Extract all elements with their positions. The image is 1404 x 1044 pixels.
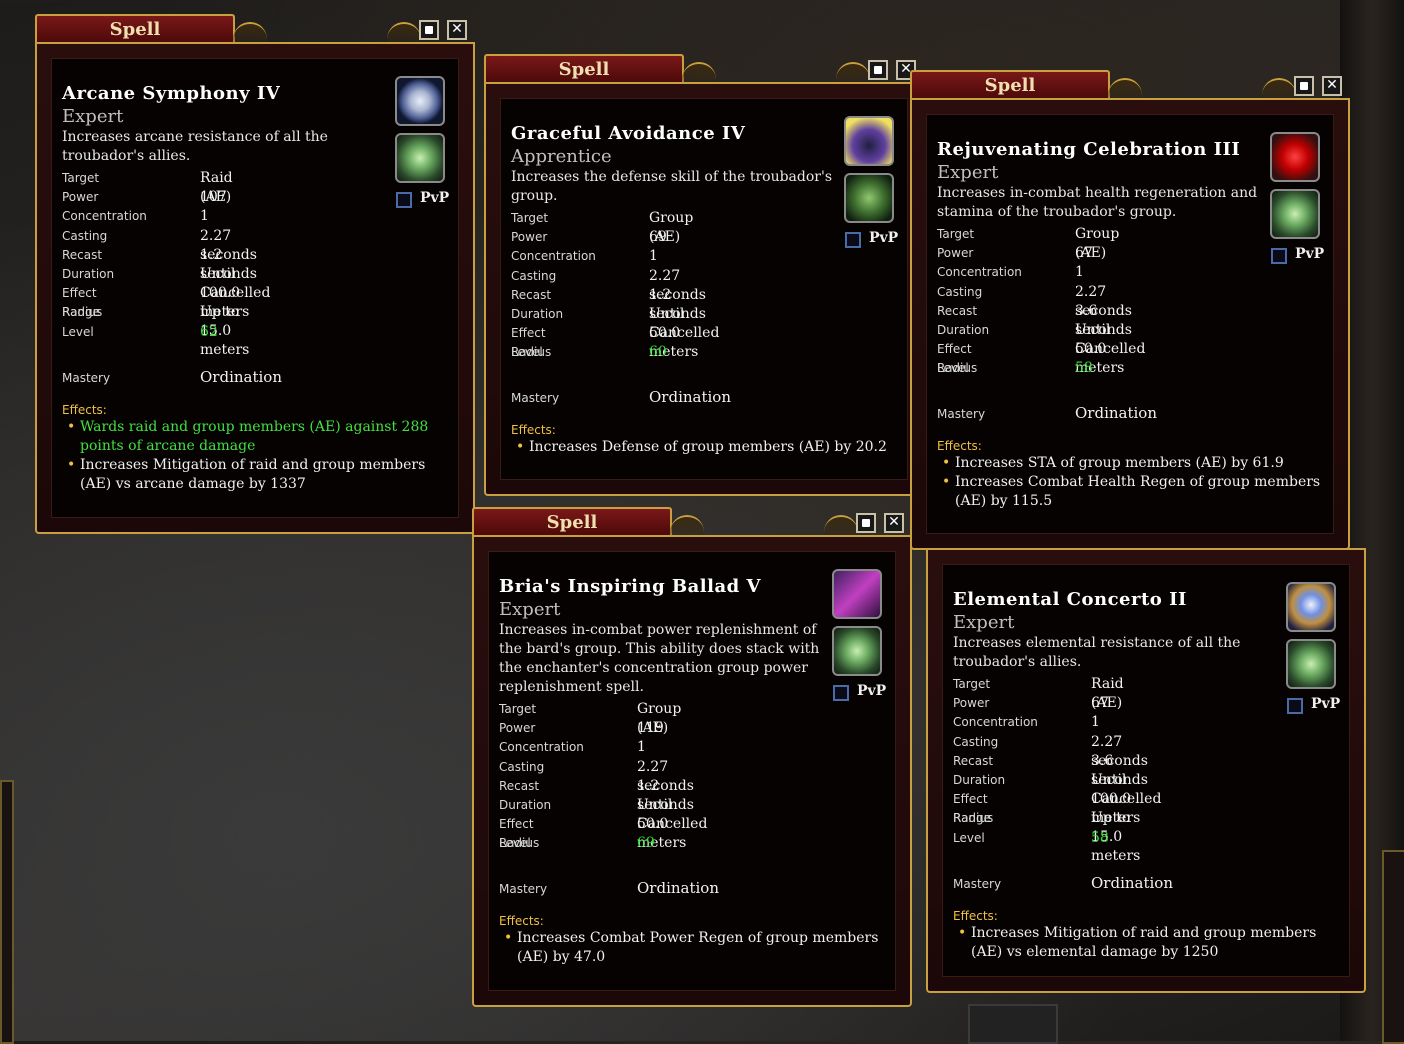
green-rune-icon[interactable] [1270, 189, 1320, 239]
window-title: Spell [484, 54, 684, 84]
close-button[interactable]: ✕ [1322, 76, 1342, 96]
spell-name: Bria's Inspiring Ballad V [499, 576, 761, 597]
background-tab [968, 1004, 1058, 1044]
shield-icon[interactable] [1286, 582, 1336, 632]
spell-description: Increases arcane resistance of all the tr… [62, 129, 328, 164]
spell-rank: Expert [62, 106, 124, 127]
spell-description: Increases in-combat power replenishment … [499, 622, 820, 695]
mastery-label: Mastery [937, 407, 986, 421]
spell-panel: Rejuvenating Celebration III Expert Incr… [926, 114, 1334, 534]
effects-list: Increases Mitigation of raid and group m… [953, 924, 1339, 962]
window-title: Spell [35, 14, 235, 44]
spell-panel: Arcane Symphony IV Expert Increases arca… [51, 58, 459, 518]
spell-panel: Graceful Avoidance IV Apprentice Increas… [500, 98, 908, 480]
effect-item: Increases Combat Power Regen of group me… [499, 929, 885, 967]
minimize-button[interactable] [419, 20, 439, 40]
cloak-icon[interactable] [844, 173, 894, 223]
spell-panel: Bria's Inspiring Ballad V Expert Increas… [488, 551, 896, 991]
close-button[interactable]: ✕ [884, 513, 904, 533]
pvp-checkbox[interactable] [1287, 698, 1303, 714]
effect-item: Increases Mitigation of raid and group m… [62, 456, 448, 494]
spell-rank: Expert [937, 162, 999, 183]
spell-description: Increases the defense skill of the troub… [511, 169, 833, 204]
effects-label: Effects: [62, 403, 107, 417]
background-window-edge-left [0, 780, 14, 1044]
pvp-label: PvP [1311, 696, 1341, 712]
spell-description: Increases in-combat health regeneration … [937, 185, 1258, 220]
pvp-checkbox[interactable] [1271, 248, 1287, 264]
spell-description: Increases elemental resistance of all th… [953, 635, 1241, 670]
minimize-button[interactable] [868, 60, 888, 80]
mastery-value: Ordination [649, 388, 731, 406]
mastery-label: Mastery [953, 877, 1002, 891]
mastery-value: Ordination [1091, 874, 1173, 892]
mastery-label: Mastery [511, 391, 560, 405]
mastery-value: Ordination [1075, 404, 1157, 422]
effect-item: Increases STA of group members (AE) by 6… [937, 454, 1323, 473]
pvp-label: PvP [1295, 246, 1325, 262]
green-rune-icon[interactable] [395, 133, 445, 183]
spell-window-brias-inspiring-ballad[interactable]: Spell ✕ Bria's Inspiring Ballad V Expert… [472, 507, 912, 1007]
spell-name: Rejuvenating Celebration III [937, 139, 1241, 160]
effects-list: Increases Combat Power Regen of group me… [499, 929, 885, 967]
spell-window-graceful-avoidance[interactable]: Spell ✕ Graceful Avoidance IV Apprentice… [484, 54, 924, 496]
window-title: Spell [910, 70, 1110, 100]
mastery-value: Ordination [200, 368, 282, 386]
window-frame: Rejuvenating Celebration III Expert Incr… [910, 98, 1350, 550]
effects-list: Increases STA of group members (AE) by 6… [937, 454, 1323, 511]
effect-item: Wards raid and group members (AE) agains… [62, 418, 448, 456]
spell-window-elemental-concerto[interactable]: Elemental Concerto II Expert Increases e… [926, 520, 1366, 993]
minimize-button[interactable] [856, 513, 876, 533]
spell-name: Graceful Avoidance IV [511, 123, 746, 144]
silhouette-icon[interactable] [844, 116, 894, 166]
music-notes-icon[interactable] [832, 569, 882, 619]
effects-label: Effects: [499, 914, 544, 928]
effects-label: Effects: [511, 423, 556, 437]
mastery-value: Ordination [637, 879, 719, 897]
spell-rank: Expert [499, 599, 561, 620]
minimize-button[interactable] [1294, 76, 1314, 96]
effects-label: Effects: [937, 439, 982, 453]
mastery-label: Mastery [62, 371, 111, 385]
green-orb-icon[interactable] [832, 626, 882, 676]
spell-name: Elemental Concerto II [953, 589, 1187, 610]
pvp-checkbox[interactable] [396, 192, 412, 208]
window-frame: Arcane Symphony IV Expert Increases arca… [35, 42, 475, 534]
green-rune-icon[interactable] [1286, 639, 1336, 689]
background-window-edge-right [1382, 850, 1404, 1044]
spell-window-arcane-symphony[interactable]: Spell ✕ Arcane Symphony IV Expert Increa… [35, 14, 475, 534]
spell-rank: Apprentice [511, 146, 612, 167]
effect-item: Increases Defense of group members (AE) … [511, 438, 897, 457]
effect-item: Increases Mitigation of raid and group m… [953, 924, 1339, 962]
mastery-label: Mastery [499, 882, 548, 896]
window-frame: Bria's Inspiring Ballad V Expert Increas… [472, 535, 912, 1007]
window-title: Spell [472, 507, 672, 537]
spell-rank: Expert [953, 612, 1015, 633]
pvp-label: PvP [857, 683, 887, 699]
window-frame: Graceful Avoidance IV Apprentice Increas… [484, 82, 924, 496]
effects-list: Wards raid and group members (AE) agains… [62, 418, 448, 494]
effects-list: Increases Defense of group members (AE) … [511, 438, 897, 457]
pvp-checkbox[interactable] [845, 232, 861, 248]
pvp-label: PvP [420, 190, 450, 206]
spell-window-rejuvenating-celebration[interactable]: Spell ✕ Rejuvenating Celebration III Exp… [910, 70, 1350, 550]
window-frame: Elemental Concerto II Expert Increases e… [926, 548, 1366, 993]
effect-item: Increases Combat Health Regen of group m… [937, 473, 1323, 511]
effects-label: Effects: [953, 909, 998, 923]
spell-panel: Elemental Concerto II Expert Increases e… [942, 564, 1350, 977]
moon-icon[interactable] [395, 76, 445, 126]
heart-icon[interactable] [1270, 132, 1320, 182]
pvp-label: PvP [869, 230, 899, 246]
spell-name: Arcane Symphony IV [62, 83, 281, 104]
close-button[interactable]: ✕ [447, 20, 467, 40]
pvp-checkbox[interactable] [833, 685, 849, 701]
